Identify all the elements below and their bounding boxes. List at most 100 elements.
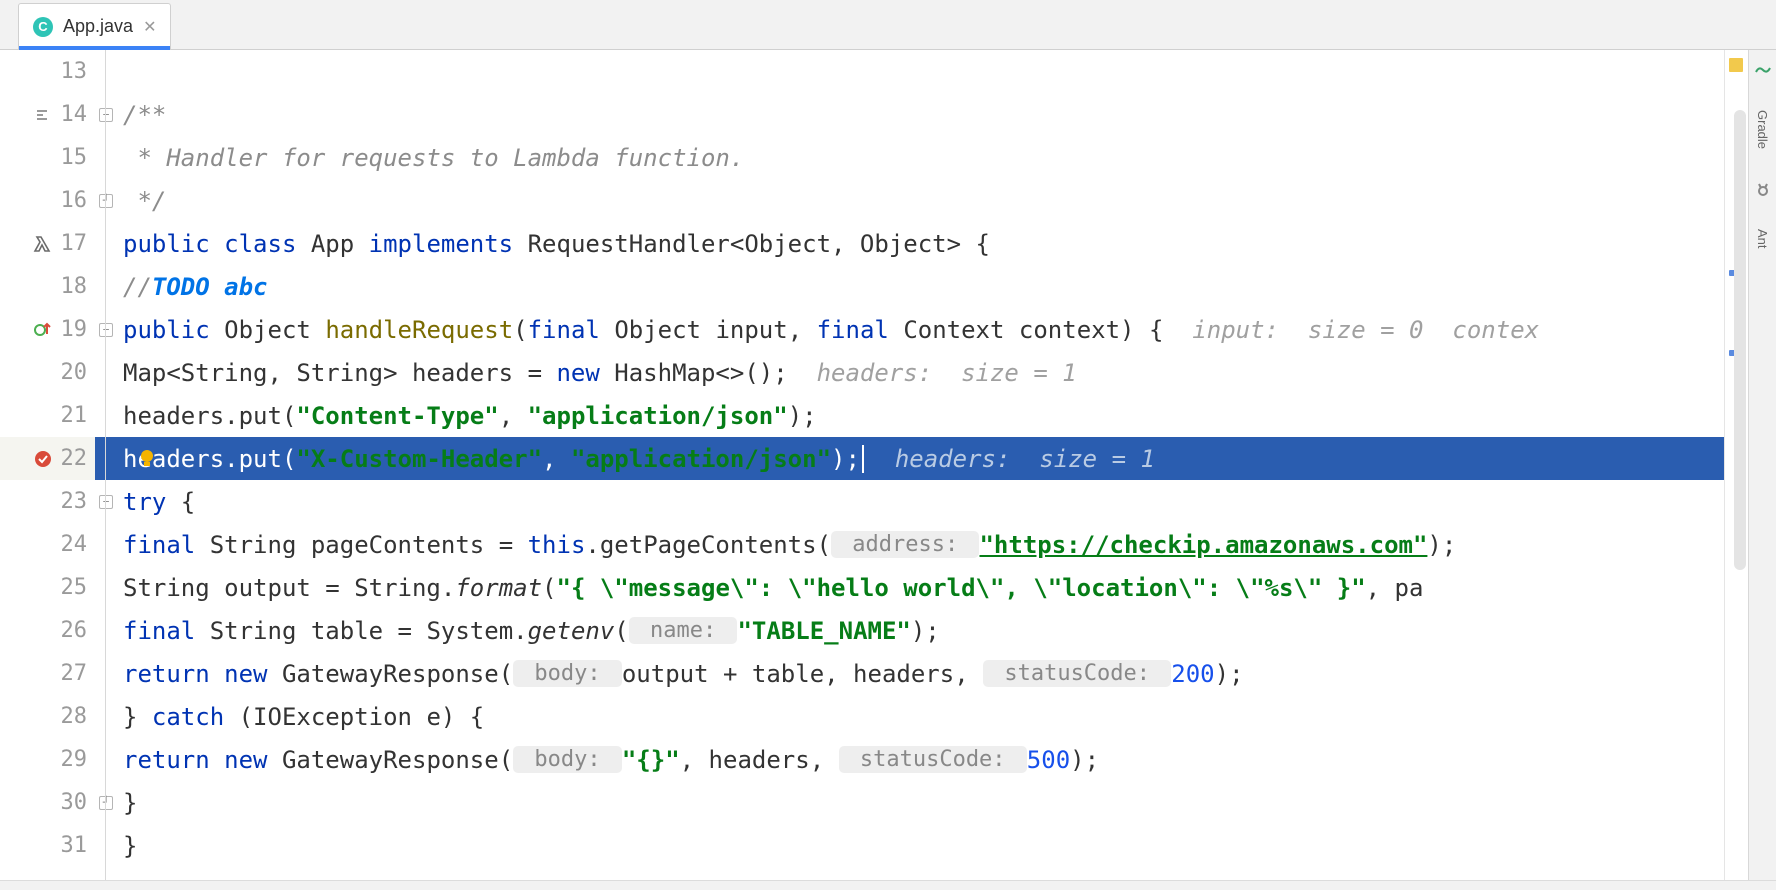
line-number: 29 <box>61 747 88 772</box>
code-text: GatewayResponse( <box>282 660 513 688</box>
code-text: ); <box>831 445 860 473</box>
inline-hint: size = 0 <box>1279 316 1424 344</box>
breakpoint-hit-icon[interactable] <box>33 449 53 469</box>
code-text: } <box>123 789 137 817</box>
param-hint: statusCode: <box>839 746 1027 773</box>
code-text: HashMap<>(); <box>614 359 787 387</box>
line-number: 15 <box>61 145 88 170</box>
fold-column[interactable]: − ┘ − − ┘ <box>95 50 117 880</box>
line-number: 26 <box>61 618 88 643</box>
code-text: ); <box>1070 746 1099 774</box>
code-text: new <box>556 359 614 387</box>
code-text: String pageContents = <box>210 531 528 559</box>
code-text: final <box>817 316 904 344</box>
code-text: /** <box>123 101 166 129</box>
tab-bar: C App.java ✕ <box>0 0 1776 50</box>
code-text: "X-Custom-Header" <box>296 445 542 473</box>
code-text: .getPageContents( <box>585 531 831 559</box>
fold-toggle-icon[interactable]: − <box>99 323 113 337</box>
line-number: 14 <box>61 102 88 127</box>
line-number: 25 <box>61 575 88 600</box>
line-number: 31 <box>61 833 88 858</box>
close-icon[interactable]: ✕ <box>143 17 156 37</box>
error-stripe[interactable] <box>1724 50 1748 880</box>
line-number: 30 <box>61 790 88 815</box>
code-text: ( <box>614 617 628 645</box>
code-text: "https://checkip.amazonaws.com" <box>979 531 1427 559</box>
code-text: catch <box>152 703 239 731</box>
code-text: , <box>542 445 571 473</box>
inline-hint: headers: <box>866 445 1011 473</box>
fold-end-icon[interactable]: ┘ <box>99 796 113 810</box>
editor-root: C App.java ✕ 13 14 15 16 17 1 <box>0 0 1776 890</box>
inline-hint: headers: <box>788 359 933 387</box>
param-hint: address: <box>831 531 979 558</box>
lambda-icon[interactable] <box>33 234 53 254</box>
scrollbar-thumb[interactable] <box>1734 110 1746 570</box>
code-text: ); <box>788 402 817 430</box>
code-text: RequestHandler<Object, Object> { <box>528 230 990 258</box>
ant-tool-icon[interactable] <box>1753 179 1773 199</box>
status-bar <box>0 880 1776 890</box>
code-text: // <box>123 273 152 301</box>
code-text: } <box>123 832 137 860</box>
fold-toggle-icon[interactable]: − <box>99 495 113 509</box>
fold-end-icon[interactable]: ┘ <box>99 194 113 208</box>
code-text: public <box>123 316 224 344</box>
inline-hint: size = 1 <box>1010 445 1155 473</box>
code-text: "application/json" <box>571 445 831 473</box>
code-text: , <box>499 402 528 430</box>
code-text: headers.put( <box>123 402 296 430</box>
param-hint: body: <box>513 660 622 687</box>
line-number: 18 <box>61 274 88 299</box>
code-text: this <box>528 531 586 559</box>
line-number: 21 <box>61 403 88 428</box>
code-text: App <box>311 230 369 258</box>
java-class-icon: C <box>33 17 53 37</box>
line-number: 28 <box>61 704 88 729</box>
code-text: implements <box>369 230 528 258</box>
code-text: */ <box>123 187 166 215</box>
gradle-tool-icon[interactable] <box>1753 60 1773 80</box>
line-number: 23 <box>61 489 88 514</box>
code-text: ); <box>911 617 940 645</box>
code-text: final <box>123 531 210 559</box>
intention-bulb-icon[interactable] <box>137 448 157 468</box>
line-number: 19 <box>61 317 88 342</box>
line-number: 20 <box>61 360 88 385</box>
line-number: 27 <box>61 661 88 686</box>
tab-label: App.java <box>63 16 133 37</box>
code-text: ( <box>513 316 527 344</box>
code-text: Context context) { <box>903 316 1163 344</box>
line-number: 24 <box>61 532 88 557</box>
tool-label[interactable]: Gradle <box>1755 110 1770 149</box>
code-text: Object <box>224 316 325 344</box>
line-number-gutter[interactable]: 13 14 15 16 17 18 19 20 <box>0 50 95 880</box>
code-text: , pa <box>1366 574 1424 602</box>
line-number: 16 <box>61 188 88 213</box>
tool-window-stripe: Gradle Ant <box>1748 50 1776 880</box>
code-text: ( <box>542 574 556 602</box>
text-caret <box>862 445 864 473</box>
code-text: final <box>123 617 210 645</box>
code-text: try <box>123 488 181 516</box>
inline-hint: size = 1 <box>932 359 1077 387</box>
code-text: } <box>123 703 152 731</box>
code-text: getenv <box>528 617 615 645</box>
inspection-status-icon[interactable] <box>1729 58 1743 72</box>
code-area[interactable]: /** * Handler for requests to Lambda fun… <box>117 50 1724 880</box>
code-text: (IOException e) { <box>239 703 485 731</box>
tab-app-java[interactable]: C App.java ✕ <box>18 3 171 49</box>
code-text: return new <box>123 660 282 688</box>
param-hint: body: <box>513 746 622 773</box>
code-text: final <box>528 316 615 344</box>
code-text: { <box>181 488 195 516</box>
tool-label[interactable]: Ant <box>1755 229 1770 249</box>
code-text: Map<String, String> headers = <box>123 359 556 387</box>
fold-toggle-icon[interactable]: − <box>99 108 113 122</box>
code-text: 200 <box>1171 660 1214 688</box>
code-text: String output = String. <box>123 574 455 602</box>
override-method-icon[interactable] <box>33 320 53 340</box>
code-text: handleRequest <box>325 316 513 344</box>
line-number: 17 <box>61 231 88 256</box>
